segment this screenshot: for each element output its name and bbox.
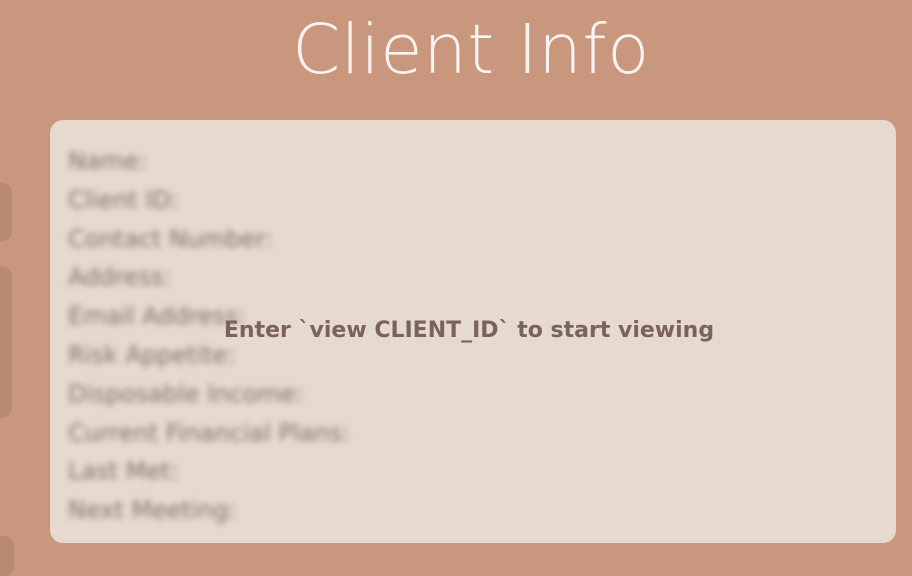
- client-field-address: Address:: [68, 263, 172, 292]
- client-field-last-met: Last Met:: [68, 457, 179, 486]
- client-field-disposable-income: Disposable Income:: [68, 379, 304, 408]
- left-edge-card: [0, 183, 12, 241]
- page-title: Client Info: [292, 10, 650, 90]
- client-field-next-meeting: Next Meeting:: [68, 496, 237, 525]
- client-field-client-id: Client ID:: [68, 185, 179, 214]
- left-edge-card: [0, 266, 12, 418]
- client-field-contact-number: Contact Number:: [68, 224, 274, 253]
- view-instruction-message: Enter `view CLIENT_ID` to start viewing: [223, 318, 715, 343]
- client-field-current-financial-plans: Current Financial Plans:: [68, 418, 351, 447]
- left-edge-card: [0, 536, 14, 576]
- client-info-panel: Name: Client ID: Contact Number: Address…: [50, 120, 896, 543]
- client-field-name: Name:: [68, 147, 147, 175]
